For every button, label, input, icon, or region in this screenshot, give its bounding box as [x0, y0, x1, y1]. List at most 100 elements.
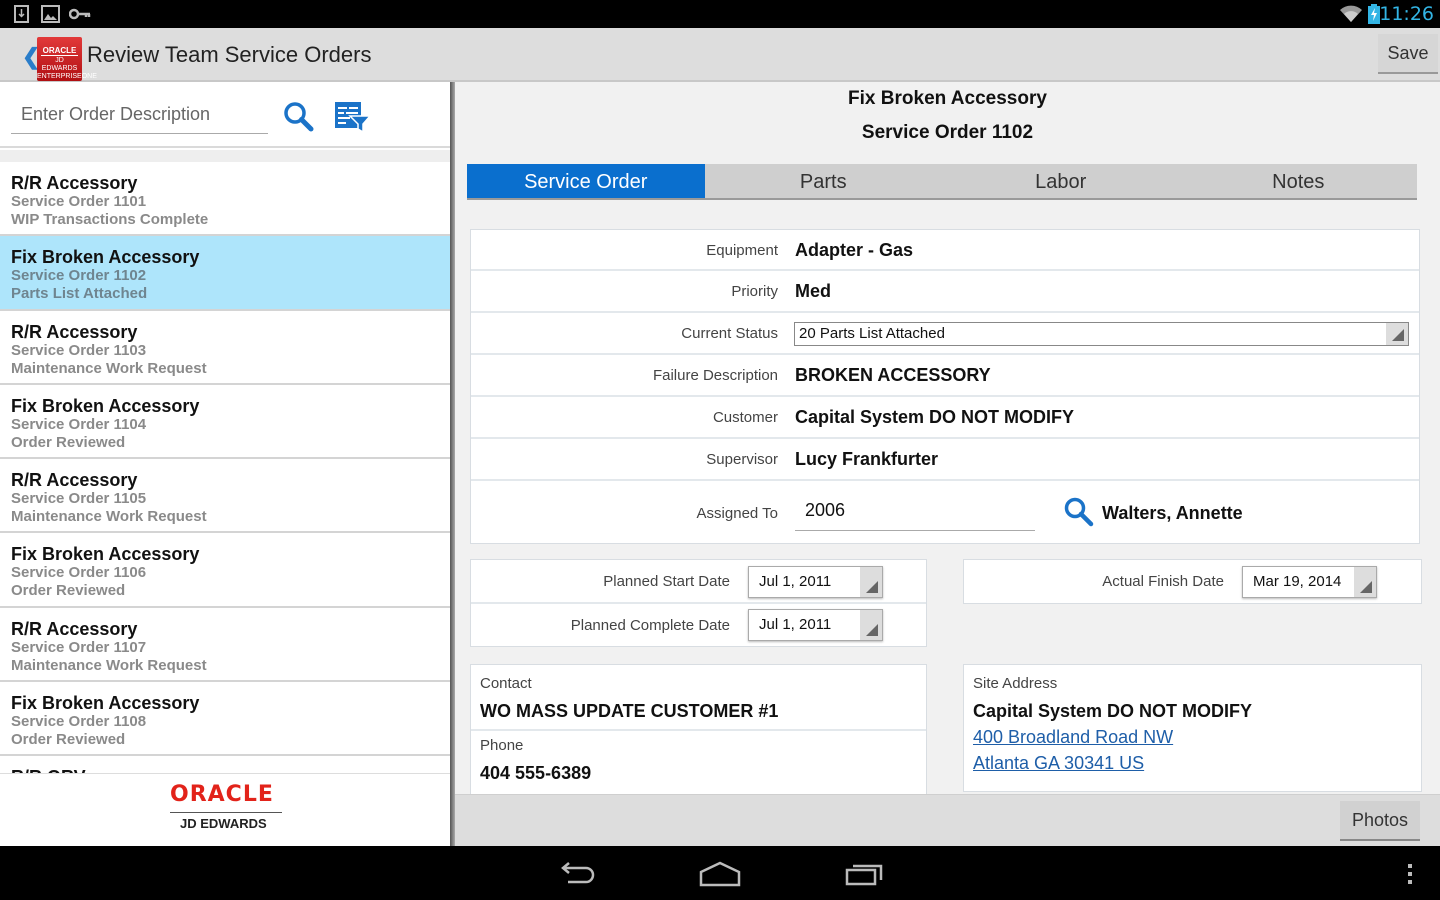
order-description-search-input[interactable] [11, 96, 268, 134]
order-title: Fix Broken Accessory [11, 544, 200, 565]
clock: 11:26 [1379, 3, 1434, 25]
site-address-street-link[interactable]: 400 Broadland Road NW [973, 727, 1421, 748]
page-title: Review Team Service Orders [87, 42, 372, 67]
order-title: Fix Broken Accessory [11, 247, 200, 268]
priority-row: Priority Med [471, 271, 1419, 313]
assigned-to-row: Assigned To Walters, Annette [471, 481, 1419, 543]
planned-start-date-picker[interactable]: Jul 1, 2011 [748, 566, 883, 598]
order-number: Service Order 1105 [11, 490, 147, 508]
list-spacer [0, 150, 450, 162]
current-status-label: Current Status [681, 325, 778, 342]
site-address-label: Site Address [973, 675, 1058, 692]
phone-section: Phone 404 555-6389 [471, 731, 926, 784]
oracle-jde-footer-logo: ORACLE JD EDWARDS [0, 773, 450, 846]
planned-start-value: Jul 1, 2011 [759, 573, 832, 590]
order-list-item[interactable]: Fix Broken Accessory Service Order 1104 … [0, 384, 450, 460]
planned-start-label: Planned Start Date [603, 573, 730, 590]
order-list-item[interactable]: R/R Accessory Service Order 1105 Mainten… [0, 459, 450, 534]
equipment-row: Equipment Adapter - Gas [471, 230, 1419, 271]
tab-labor[interactable]: Labor [942, 164, 1180, 198]
equipment-label: Equipment [706, 242, 778, 259]
service-order-form: Equipment Adapter - Gas Priority Med Cur… [470, 229, 1420, 544]
logo-brand: ORACLE [41, 46, 78, 56]
order-status: Maintenance Work Request [11, 508, 207, 526]
tab-service-order[interactable]: Service Order [467, 164, 705, 198]
supervisor-value: Lucy Frankfurter [795, 449, 939, 469]
assigned-to-name: Walters, Annette [1102, 503, 1243, 523]
priority-label: Priority [731, 283, 778, 300]
photos-button[interactable]: Photos [1340, 801, 1420, 841]
planned-start-row: Planned Start Date Jul 1, 2011 [471, 560, 926, 604]
search-row [0, 82, 450, 148]
order-number: Service Order 1103 [11, 341, 147, 359]
home-icon[interactable] [699, 860, 741, 893]
current-status-row: Current Status 20 Parts List Attached [471, 313, 1419, 355]
order-title: R/R Accessory [11, 321, 138, 342]
wifi-icon [1340, 5, 1362, 28]
order-list-item-selected[interactable]: Fix Broken Accessory Service Order 1102 … [0, 236, 450, 311]
failure-description-row: Failure Description BROKEN ACCESSORY [471, 355, 1419, 397]
order-title: Fix Broken Accessory [11, 395, 200, 416]
planned-complete-date-picker[interactable]: Jul 1, 2011 [748, 609, 883, 641]
contact-section: Contact WO MASS UPDATE CUSTOMER #1 [471, 665, 926, 731]
tab-notes[interactable]: Notes [1180, 164, 1418, 198]
order-number: Service Order 1108 [11, 713, 147, 731]
order-list-item[interactable]: R/R Accessory Service Order 1103 Mainten… [0, 310, 450, 385]
order-list[interactable]: R/R Accessory Service Order 1101 WIP Tra… [0, 162, 450, 773]
phone-label: Phone [480, 737, 524, 754]
order-title: R/R Accessory [11, 470, 138, 491]
dropdown-arrow-icon [860, 567, 882, 597]
priority-value: Med [795, 281, 831, 301]
order-number: Service Order 1106 [11, 564, 147, 582]
filter-list-icon[interactable] [334, 100, 372, 134]
customer-row: Customer Capital System DO NOT MODIFY [471, 397, 1419, 439]
order-list-pane: R/R Accessory Service Order 1101 WIP Tra… [0, 82, 450, 846]
order-list-item[interactable]: R/R Accessory Service Order 1101 WIP Tra… [0, 162, 450, 237]
assignee-search-icon[interactable] [1063, 496, 1095, 528]
order-status: Maintenance Work Request [11, 359, 207, 377]
app-logo[interactable]: ORACLE JD EDWARDS ENTERPRISEONE [37, 37, 97, 81]
save-button[interactable]: Save [1378, 34, 1438, 74]
order-list-item[interactable]: R/R Accessory Service Order 1107 Mainten… [0, 607, 450, 683]
failure-description-value: BROKEN ACCESSORY [795, 365, 991, 385]
current-status-value: 20 Parts List Attached [799, 325, 945, 342]
status-bar: 11:26 [0, 0, 1440, 28]
order-number: Service Order 1101 [11, 193, 147, 210]
logo-product: JD EDWARDS [41, 57, 78, 72]
site-address-city-link[interactable]: Atlanta GA 30341 US [973, 753, 1421, 774]
equipment-value: Adapter - Gas [795, 240, 914, 260]
current-status-select[interactable]: 20 Parts List Attached [794, 322, 1409, 346]
assigned-to-input[interactable] [795, 491, 1035, 531]
oracle-brand: ORACLE [170, 782, 274, 807]
tab-parts[interactable]: Parts [705, 164, 943, 198]
battery-charging-icon [1368, 4, 1380, 29]
order-list-item[interactable]: Fix Broken Accessory Service Order 1106 … [0, 533, 450, 608]
actual-finish-date-picker[interactable]: Mar 19, 2014 [1242, 566, 1377, 598]
recent-apps-icon[interactable] [845, 860, 885, 893]
order-list-item-partial[interactable]: R/R ORV [0, 756, 450, 773]
order-status: Order Reviewed [11, 433, 126, 451]
logo-edition: ENTERPRISEONE [37, 73, 97, 80]
phone-value[interactable]: 404 555-6389 [480, 763, 926, 784]
image-notification-icon [41, 5, 60, 28]
supervisor-label: Supervisor [706, 451, 778, 468]
order-status: Maintenance Work Request [11, 656, 207, 674]
contact-card: Contact WO MASS UPDATE CUSTOMER #1 Phone… [470, 664, 927, 794]
supervisor-row: Supervisor Lucy Frankfurter [471, 439, 1419, 481]
order-list-item[interactable]: Fix Broken Accessory Service Order 1108 … [0, 682, 450, 757]
order-number: Service Order 1102 [11, 267, 147, 285]
search-icon[interactable] [282, 100, 316, 134]
overflow-menu-icon[interactable] [1404, 863, 1416, 890]
order-status: Parts List Attached [11, 285, 148, 303]
order-title: R/R Accessory [11, 173, 138, 193]
contact-value: WO MASS UPDATE CUSTOMER #1 [480, 701, 779, 721]
dropdown-arrow-icon [1354, 567, 1376, 597]
contact-label: Contact [480, 675, 532, 692]
logo-divider [170, 812, 282, 813]
planned-complete-value: Jul 1, 2011 [759, 616, 832, 633]
site-address-name: Capital System DO NOT MODIFY [973, 701, 1253, 721]
back-icon[interactable] [556, 860, 596, 893]
dropdown-arrow-icon [1386, 323, 1408, 345]
system-navigation-bar [0, 846, 1440, 900]
planned-complete-label: Planned Complete Date [570, 617, 730, 634]
